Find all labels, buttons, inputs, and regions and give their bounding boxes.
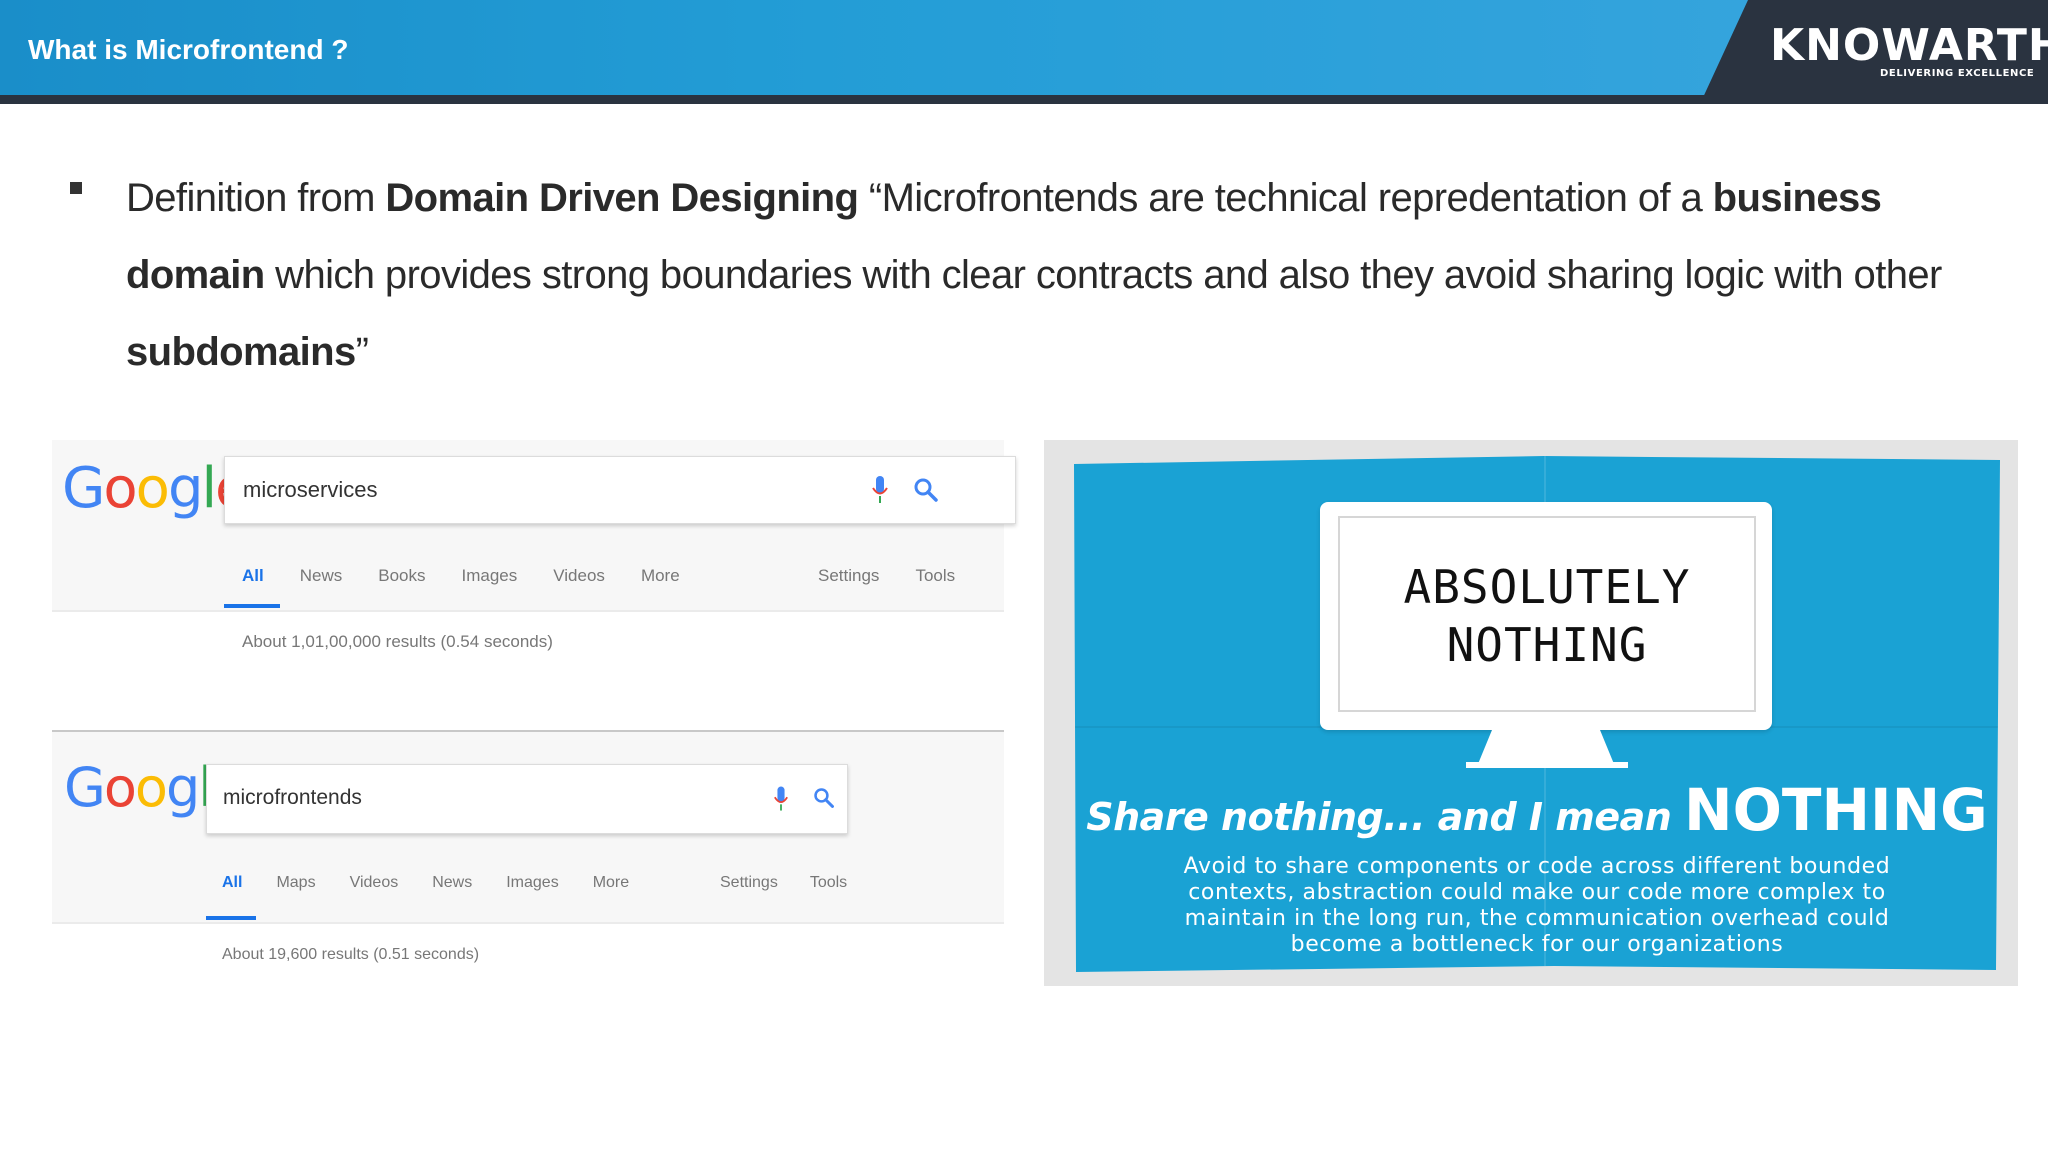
poster-body-text: Avoid to share components or code across…: [1183, 854, 1891, 957]
definition-part-2: “Microfrontends are technical repredenta…: [858, 176, 1713, 220]
search-query-text: microservices: [243, 477, 378, 502]
tab-videos[interactable]: Videos: [350, 874, 399, 892]
google-header-area: Google microfrontends All Maps Videos Ne…: [52, 732, 1004, 924]
microphone-icon[interactable]: [773, 785, 789, 813]
tab-news[interactable]: News: [300, 566, 343, 586]
tab-images[interactable]: Images: [462, 566, 518, 586]
monitor-illustration: ABSOLUTELY NOTHING: [1320, 502, 1772, 730]
share-nothing-poster-image: ABSOLUTELY NOTHING Share nothing... and …: [1044, 440, 2018, 986]
monitor-base: [1466, 762, 1628, 768]
tab-more[interactable]: More: [641, 566, 680, 586]
search-icon[interactable]: [813, 787, 835, 809]
settings-tools: Settings Tools: [720, 874, 883, 892]
result-stats: About 1,01,00,000 results (0.54 seconds): [242, 632, 553, 651]
tab-more[interactable]: More: [593, 874, 629, 892]
google-logo: Google: [62, 456, 250, 521]
settings-link[interactable]: Settings: [720, 874, 778, 892]
tab-images[interactable]: Images: [506, 874, 558, 892]
tools-link[interactable]: Tools: [915, 566, 955, 586]
active-tab-underline: [206, 916, 256, 920]
tab-news[interactable]: News: [432, 874, 472, 892]
definition-part-4: ”: [355, 330, 369, 374]
definition-bold-ddd: Domain Driven Designing: [385, 176, 859, 220]
monitor-screen: ABSOLUTELY NOTHING: [1338, 516, 1756, 712]
result-stats: About 19,600 results (0.51 seconds): [222, 946, 480, 963]
google-search-screenshot-microfrontends: Google microfrontends All Maps Videos Ne…: [52, 730, 1004, 986]
monitor-line-2: NOTHING: [1446, 618, 1648, 672]
microphone-icon[interactable]: [871, 475, 889, 505]
headline-nothing: NOTHING: [1684, 776, 1988, 844]
definition-text: Definition from Domain Driven Designing …: [126, 160, 1966, 391]
bullet-square-icon: [70, 182, 82, 194]
monitor-stand: [1478, 730, 1614, 764]
settings-link[interactable]: Settings: [818, 566, 879, 586]
search-icon[interactable]: [913, 477, 939, 503]
google-header-area: Google microservices All News Books Imag…: [52, 440, 1016, 612]
active-tab-underline: [224, 604, 280, 608]
tab-maps[interactable]: Maps: [276, 874, 315, 892]
tab-videos[interactable]: Videos: [553, 566, 605, 586]
search-query-text: microfrontends: [223, 786, 362, 809]
definition-part-1: Definition from: [126, 176, 386, 220]
monitor-line-1: ABSOLUTELY: [1403, 560, 1691, 614]
search-tabs: All Maps Videos News Images More: [222, 874, 663, 892]
knowarth-logo: KNOWARTH: [1770, 20, 2048, 71]
search-tabs: All News Books Images Videos More: [242, 566, 716, 586]
tools-link[interactable]: Tools: [810, 874, 847, 892]
headline-part-1: Share nothing... and I mean: [1086, 795, 1685, 839]
google-search-screenshot-microservices: Google microservices All News Books Imag…: [52, 440, 1016, 732]
monitor-text: ABSOLUTELY NOTHING: [1340, 558, 1754, 674]
settings-tools: Settings Tools: [818, 566, 991, 586]
slide-title: What is Microfrontend ?: [28, 34, 349, 65]
logo-tagline: DELIVERING EXCELLENCE: [1880, 68, 2035, 79]
tab-books[interactable]: Books: [378, 566, 425, 586]
poster-headline: Share nothing... and I mean NOTHING: [1074, 776, 2000, 844]
tab-all[interactable]: All: [222, 874, 242, 892]
definition-part-3: which provides strong boundaries with cl…: [264, 253, 1942, 297]
tab-all[interactable]: All: [242, 566, 264, 586]
definition-bold-subdomains: subdomains: [126, 330, 356, 374]
poster-background: ABSOLUTELY NOTHING Share nothing... and …: [1074, 456, 2000, 972]
search-input[interactable]: microservices: [224, 456, 1016, 524]
search-input[interactable]: microfrontends: [206, 764, 848, 834]
slide-header: What is Microfrontend ? KNOWARTH DELIVER…: [0, 0, 2048, 104]
